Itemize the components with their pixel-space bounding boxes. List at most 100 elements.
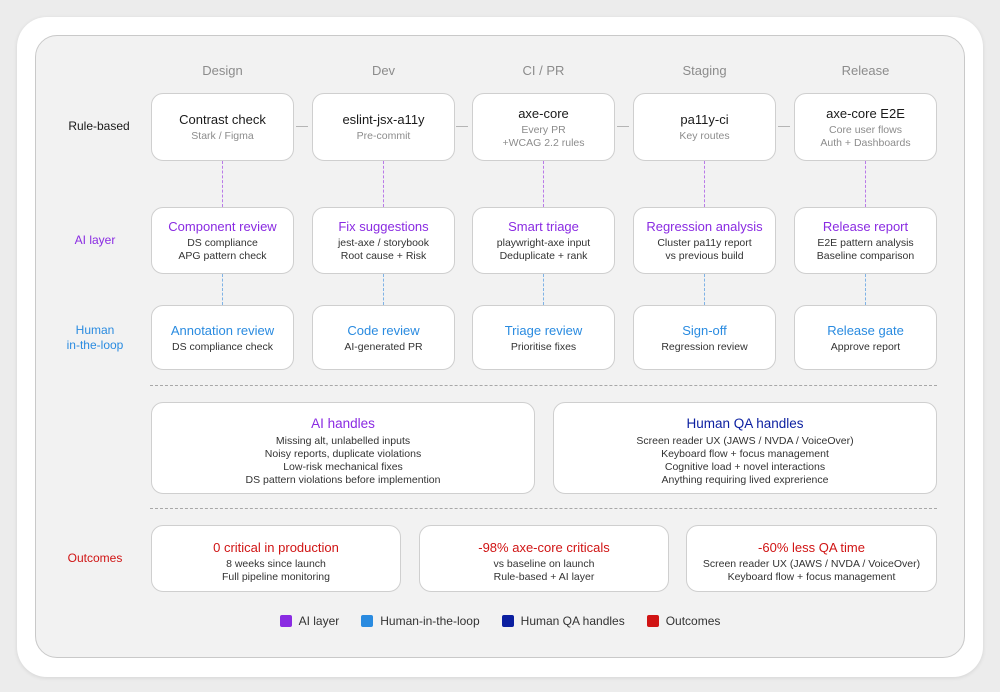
box-line: Pre-commit xyxy=(356,130,411,142)
box-title: Component review xyxy=(168,219,277,234)
box-line: +WCAG 2.2 rules xyxy=(502,136,585,149)
box-title: Triage review xyxy=(504,322,583,338)
rule-box-axe-core-e2e: axe-core E2E Core user flows Auth + Dash… xyxy=(794,93,937,161)
ai-box-fix-suggestions: Fix suggestions jest-axe / storybook Roo… xyxy=(312,207,455,274)
connector xyxy=(456,126,468,127)
box-title: eslint-jsx-a11y xyxy=(342,112,425,127)
box-line: DS compliance xyxy=(187,237,258,249)
legend-swatch xyxy=(501,615,514,627)
box-line: vs previous build xyxy=(665,250,744,262)
box-line: APG pattern check xyxy=(178,250,267,262)
box-line: Screen reader UX (JAWS / NVDA / VoiceOve… xyxy=(636,435,854,447)
outcome-box-axe-core: -98% axe-core criticals vs baseline on l… xyxy=(419,525,669,592)
box-line: Keyboard flow + focus management xyxy=(661,448,829,460)
stage-staging: Staging xyxy=(682,63,727,78)
box-title: Contrast check xyxy=(179,112,266,127)
box-line: Every PR xyxy=(521,123,566,136)
connector xyxy=(543,274,544,305)
section-divider xyxy=(150,385,937,386)
legend-swatch xyxy=(646,615,659,627)
legend-item-human-in-the-loop: Human-in-the-loop xyxy=(361,614,480,628)
row-label-human-in-the-loop: Human in-the-loop xyxy=(66,323,124,352)
human-box-triage-review: Triage review Prioritise fixes xyxy=(472,305,615,370)
row-label-ai-layer: AI layer xyxy=(74,233,116,247)
box-line: Anything requiring lived exprerience xyxy=(661,474,829,486)
connector xyxy=(778,126,790,127)
box-line: Baseline comparison xyxy=(816,250,915,262)
box-line: Rule-based + AI layer xyxy=(493,571,595,583)
box-title: Release report xyxy=(822,219,909,234)
box-line: Stark / Figma xyxy=(191,130,254,142)
box-line: Root cause + Risk xyxy=(340,250,427,262)
outcome-box-qa-time: -60% less QA time Screen reader UX (JAWS… xyxy=(686,525,937,592)
section-divider xyxy=(150,508,937,509)
outcome-box-critical: 0 critical in production 8 weeks since l… xyxy=(151,525,401,592)
box-title: Annotation review xyxy=(170,322,275,338)
rule-box-contrast-check: Contrast check Stark / Figma xyxy=(151,93,294,161)
box-line: Cluster pa11y report xyxy=(657,237,752,249)
box-title: Regression analysis xyxy=(646,219,763,234)
outcome-title: 0 critical in production xyxy=(213,540,339,555)
connector xyxy=(704,274,705,305)
stage-design: Design xyxy=(202,63,243,78)
box-line: Auth + Dashboards xyxy=(820,136,911,149)
ai-box-release-report: Release report E2E pattern analysis Base… xyxy=(794,207,937,274)
outcome-title: -60% less QA time xyxy=(758,540,865,555)
box-line: vs baseline on launch xyxy=(493,558,595,570)
box-line: jest-axe / storybook xyxy=(337,237,430,249)
box-line: Regression review xyxy=(661,340,748,353)
box-line: Screen reader UX (JAWS / NVDA / VoiceOve… xyxy=(702,558,921,570)
human-box-sign-off: Sign-off Regression review xyxy=(633,305,776,370)
ai-box-component-review: Component review DS compliance APG patte… xyxy=(151,207,294,274)
box-line: Key routes xyxy=(679,130,730,142)
box-line: playwright-axe input xyxy=(496,237,591,249)
box-title: Sign-off xyxy=(682,322,727,338)
box-line: AI-generated PR xyxy=(344,340,423,353)
legend-label: Human QA handles xyxy=(520,614,625,628)
box-line: Missing alt, unlabelled inputs xyxy=(275,435,411,447)
box-title: axe-core E2E xyxy=(826,105,905,121)
box-title: axe-core xyxy=(518,105,569,121)
box-line: DS compliance check xyxy=(172,340,273,353)
connector xyxy=(222,274,223,305)
legend-swatch xyxy=(279,615,292,627)
stage-release: Release xyxy=(841,63,890,78)
legend-item-outcomes: Outcomes xyxy=(646,614,720,628)
ai-box-smart-triage: Smart triage playwright-axe input Dedupl… xyxy=(472,207,615,274)
ai-handles-title: AI handles xyxy=(311,416,375,431)
box-line: Keyboard flow + focus management xyxy=(727,571,896,583)
human-qa-handles-title: Human QA handles xyxy=(686,416,804,431)
box-title: Code review xyxy=(347,322,420,338)
legend-label: Human-in-the-loop xyxy=(380,614,480,628)
box-line: E2E pattern analysis xyxy=(817,237,914,249)
connector xyxy=(383,161,384,207)
row-label-outcomes: Outcomes xyxy=(67,551,123,565)
outcome-title: -98% axe-core criticals xyxy=(478,540,610,555)
row-label-rule-based: Rule-based xyxy=(68,119,130,133)
legend-item-human-qa-handles: Human QA handles xyxy=(501,614,625,628)
box-title: Smart triage xyxy=(508,219,579,234)
box-line: Full pipeline monitoring xyxy=(222,571,330,583)
legend-swatch xyxy=(361,615,374,627)
rule-box-axe-core: axe-core Every PR +WCAG 2.2 rules xyxy=(472,93,615,161)
box-line: Prioritise fixes xyxy=(510,340,577,353)
connector xyxy=(617,126,629,127)
box-line: Deduplicate + rank xyxy=(499,250,588,262)
connector xyxy=(704,161,705,207)
box-title: Fix suggestions xyxy=(338,219,429,234)
stage-ci-pr: CI / PR xyxy=(522,63,565,78)
connector xyxy=(865,274,866,305)
rule-box-eslint: eslint-jsx-a11y Pre-commit xyxy=(312,93,455,161)
connector xyxy=(543,161,544,207)
box-line: Low-risk mechanical fixes xyxy=(283,461,403,473)
ai-box-regression-analysis: Regression analysis Cluster pa11y report… xyxy=(633,207,776,274)
box-line: Approve report xyxy=(830,340,901,353)
box-line: Core user flows xyxy=(829,123,902,136)
box-line: 8 weeks since launch xyxy=(226,558,326,570)
human-box-release-gate: Release gate Approve report xyxy=(794,305,937,370)
legend-item-ai-layer: AI layer xyxy=(279,614,339,628)
connector xyxy=(222,161,223,207)
connector xyxy=(865,161,866,207)
box-title: Release gate xyxy=(827,322,904,338)
connector xyxy=(296,126,308,127)
